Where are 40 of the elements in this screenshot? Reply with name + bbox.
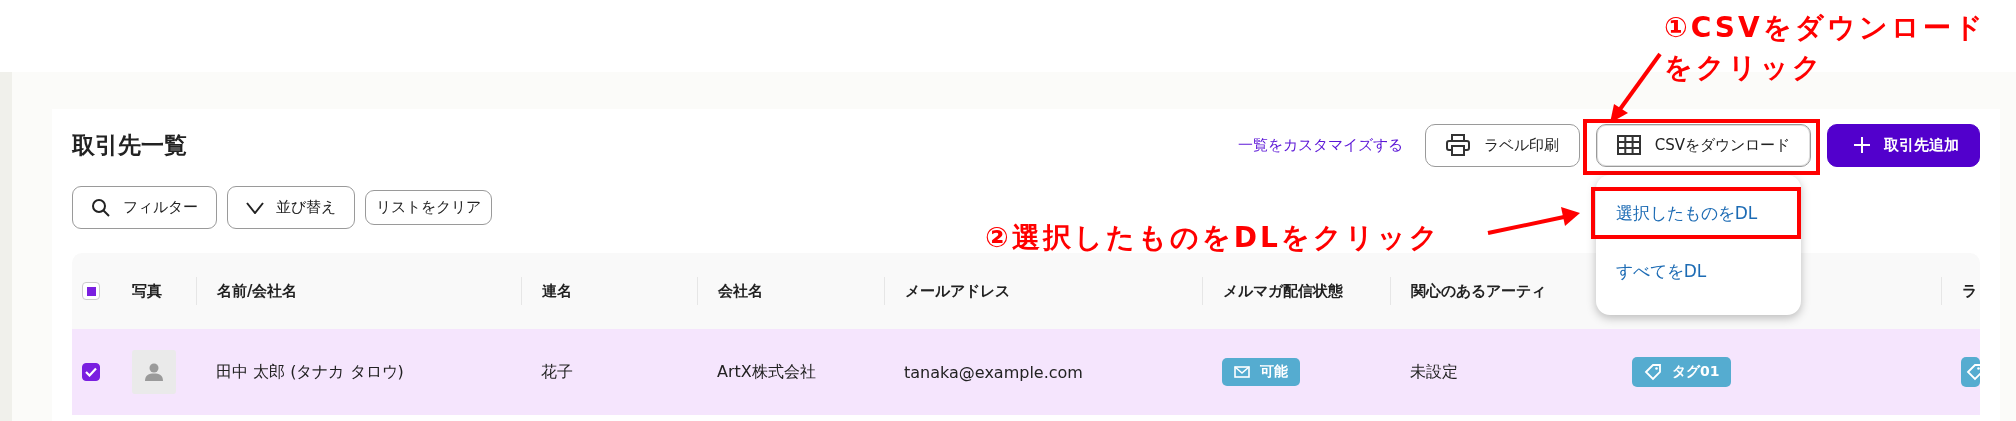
table-cell: ArtX株式会社 [717,361,816,383]
clear-list-button[interactable]: リストをクリア [365,190,492,225]
print-button[interactable]: ラベル印刷 [1424,123,1580,167]
search-icon [91,197,111,218]
mail-status-badge: 可能 [1222,358,1300,386]
annotation-text: ②選択したものをDLをクリック [985,220,1441,256]
table-cell: 田中 太郎 (タナカ タロウ) [216,361,404,383]
column-header[interactable]: ラ [1962,281,1977,301]
person-icon [145,363,163,381]
menu-item[interactable]: すべてをDL [1595,260,1707,283]
printer-icon [1445,134,1470,156]
table-cell: tanaka@example.com [904,362,1083,382]
column-header[interactable]: 写真 [132,281,162,301]
chevron-down-icon [246,201,264,214]
select-all-checkbox[interactable] [82,282,100,300]
column-header[interactable]: メルマガ配信状態 [1223,281,1343,301]
menu-item[interactable]: 選択したものをDL [1595,202,1758,225]
tag-icon [1644,363,1662,381]
table-cell: 花子 [541,361,573,383]
table-icon [1616,135,1641,155]
plus-icon [1854,137,1870,153]
column-header[interactable]: 名前/会社名 [217,281,298,301]
filter-button[interactable]: フィルター [72,186,217,229]
column-header[interactable]: 会社名 [718,281,763,301]
page-title: 取引先一覧 [72,130,187,160]
column-header[interactable]: 関心のあるアーティ [1411,281,1546,301]
check-icon [85,367,97,377]
table-row[interactable]: 田中 太郎 (タナカ タロウ) 花子 ArtX株式会社 tanaka@example.com 可能 未設定 タグ01 [72,329,1980,415]
tag-badge: タグ01 [1632,357,1732,387]
table-cell: 未設定 [1410,361,1458,383]
customize-link[interactable]: 一覧をカスタマイズする [1237,135,1403,155]
column-header[interactable]: メールアドレス [905,281,1010,301]
column-header[interactable]: 連名 [542,281,572,301]
row-checkbox[interactable] [82,363,100,381]
add-button[interactable]: 取引先追加 [1827,123,1980,167]
tag-icon [1966,363,1980,381]
mail-icon [1234,366,1250,378]
csv-download-button[interactable]: CSVをダウンロード [1595,123,1811,167]
sort-button[interactable]: 並び替え [227,186,355,229]
annotation-text: ①CSVをダウンロード をクリック [1664,10,1986,86]
